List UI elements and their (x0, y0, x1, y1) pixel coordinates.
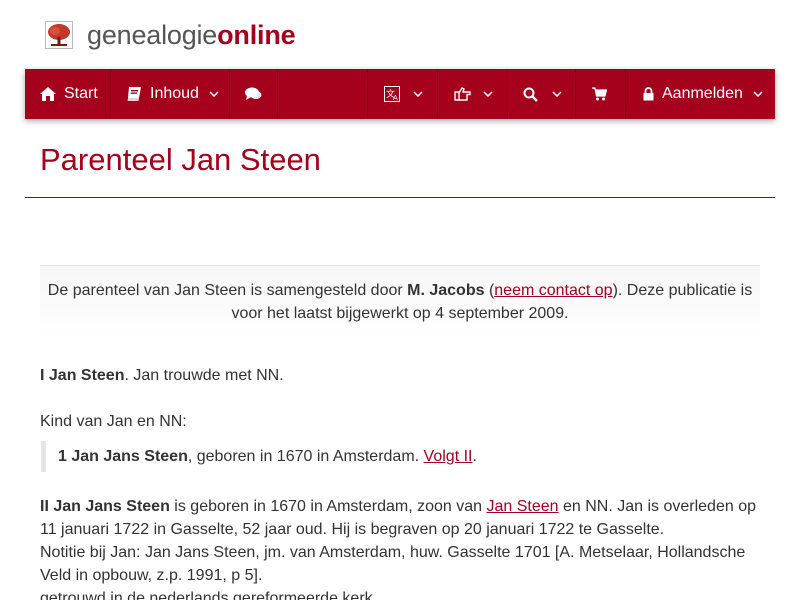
brand-part2: online (217, 19, 296, 50)
language-icon: 文A (384, 86, 400, 102)
main-navbar: Start Inhoud 文A Aanmelden (25, 69, 775, 119)
nav-aanmelden-label: Aanmelden (662, 85, 743, 102)
nav-forum[interactable] (230, 69, 278, 119)
chevron-down-icon (413, 91, 423, 97)
brand-part1: genealogie (87, 19, 218, 50)
genealogy-content: I Jan Steen. Jan trouwde met NN. Kind va… (40, 364, 762, 600)
gen2-main: II Jan Jans Steen is geboren in 1670 in … (40, 495, 762, 541)
contact-link[interactable]: neem contact op (494, 282, 612, 299)
home-icon (40, 87, 56, 101)
hand-point-icon (454, 87, 471, 101)
site-logo[interactable]: genealogieonline (45, 17, 296, 53)
child-rest: , geboren in 1670 in Amsterdam. (187, 448, 424, 465)
gen2-line3: getrouwd in de nederlands gereformeerde … (40, 590, 373, 600)
gen2-text-1: is geboren in 1670 in Amsterdam, zoon va… (169, 498, 487, 515)
chevron-down-icon (552, 91, 562, 97)
gen1-rest: . Jan trouwde met NN. (124, 367, 284, 384)
tree-logo-icon (45, 21, 73, 49)
title-divider (25, 197, 775, 198)
child-list: 1 Jan Jans Steen, geboren in 1670 in Ams… (41, 441, 762, 472)
nav-share[interactable] (438, 69, 508, 119)
gen1-name: I Jan Steen (40, 367, 125, 384)
svg-text:A: A (393, 94, 398, 102)
search-icon (523, 87, 538, 102)
nav-start[interactable]: Start (25, 69, 111, 119)
chevron-down-icon (483, 91, 493, 97)
child-end: . (472, 448, 477, 465)
father-link[interactable]: Jan Steen (486, 498, 558, 515)
chevron-down-icon (753, 91, 763, 97)
gen2-note: Notitie bij Jan: Jan Jans Steen, jm. van… (40, 544, 746, 584)
publication-info-box: De parenteel van Jan Steen is samengeste… (40, 265, 760, 333)
volgt-link[interactable]: Volgt II (424, 448, 473, 465)
child-name: 1 Jan Jans Steen (58, 448, 188, 465)
generation-1: I Jan Steen. Jan trouwde met NN. (40, 364, 762, 387)
children-label: Kind van Jan en NN: (40, 413, 187, 430)
book-icon (127, 87, 141, 101)
intro-text-1: De parenteel van Jan Steen is samengeste… (47, 282, 408, 299)
shopping-cart-icon (592, 87, 607, 101)
nav-start-label: Start (64, 85, 98, 102)
intro-text-2: ( (484, 282, 495, 299)
nav-inhoud-label: Inhoud (150, 85, 199, 102)
lock-icon (643, 87, 654, 101)
page-title: Parenteel Jan Steen (40, 142, 321, 177)
nav-search[interactable] (508, 69, 576, 119)
nav-shop[interactable] (576, 69, 626, 119)
gen2-name: II Jan Jans Steen (40, 498, 170, 515)
nav-spacer (278, 69, 368, 119)
intro-author: M. Jacobs (407, 282, 485, 299)
comments-icon (245, 87, 262, 100)
nav-language[interactable]: 文A (368, 69, 438, 119)
chevron-down-icon (209, 91, 219, 97)
nav-aanmelden[interactable]: Aanmelden (626, 69, 775, 119)
generation-2: II Jan Jans Steen is geboren in 1670 in … (40, 495, 762, 600)
nav-inhoud[interactable]: Inhoud (111, 69, 230, 119)
